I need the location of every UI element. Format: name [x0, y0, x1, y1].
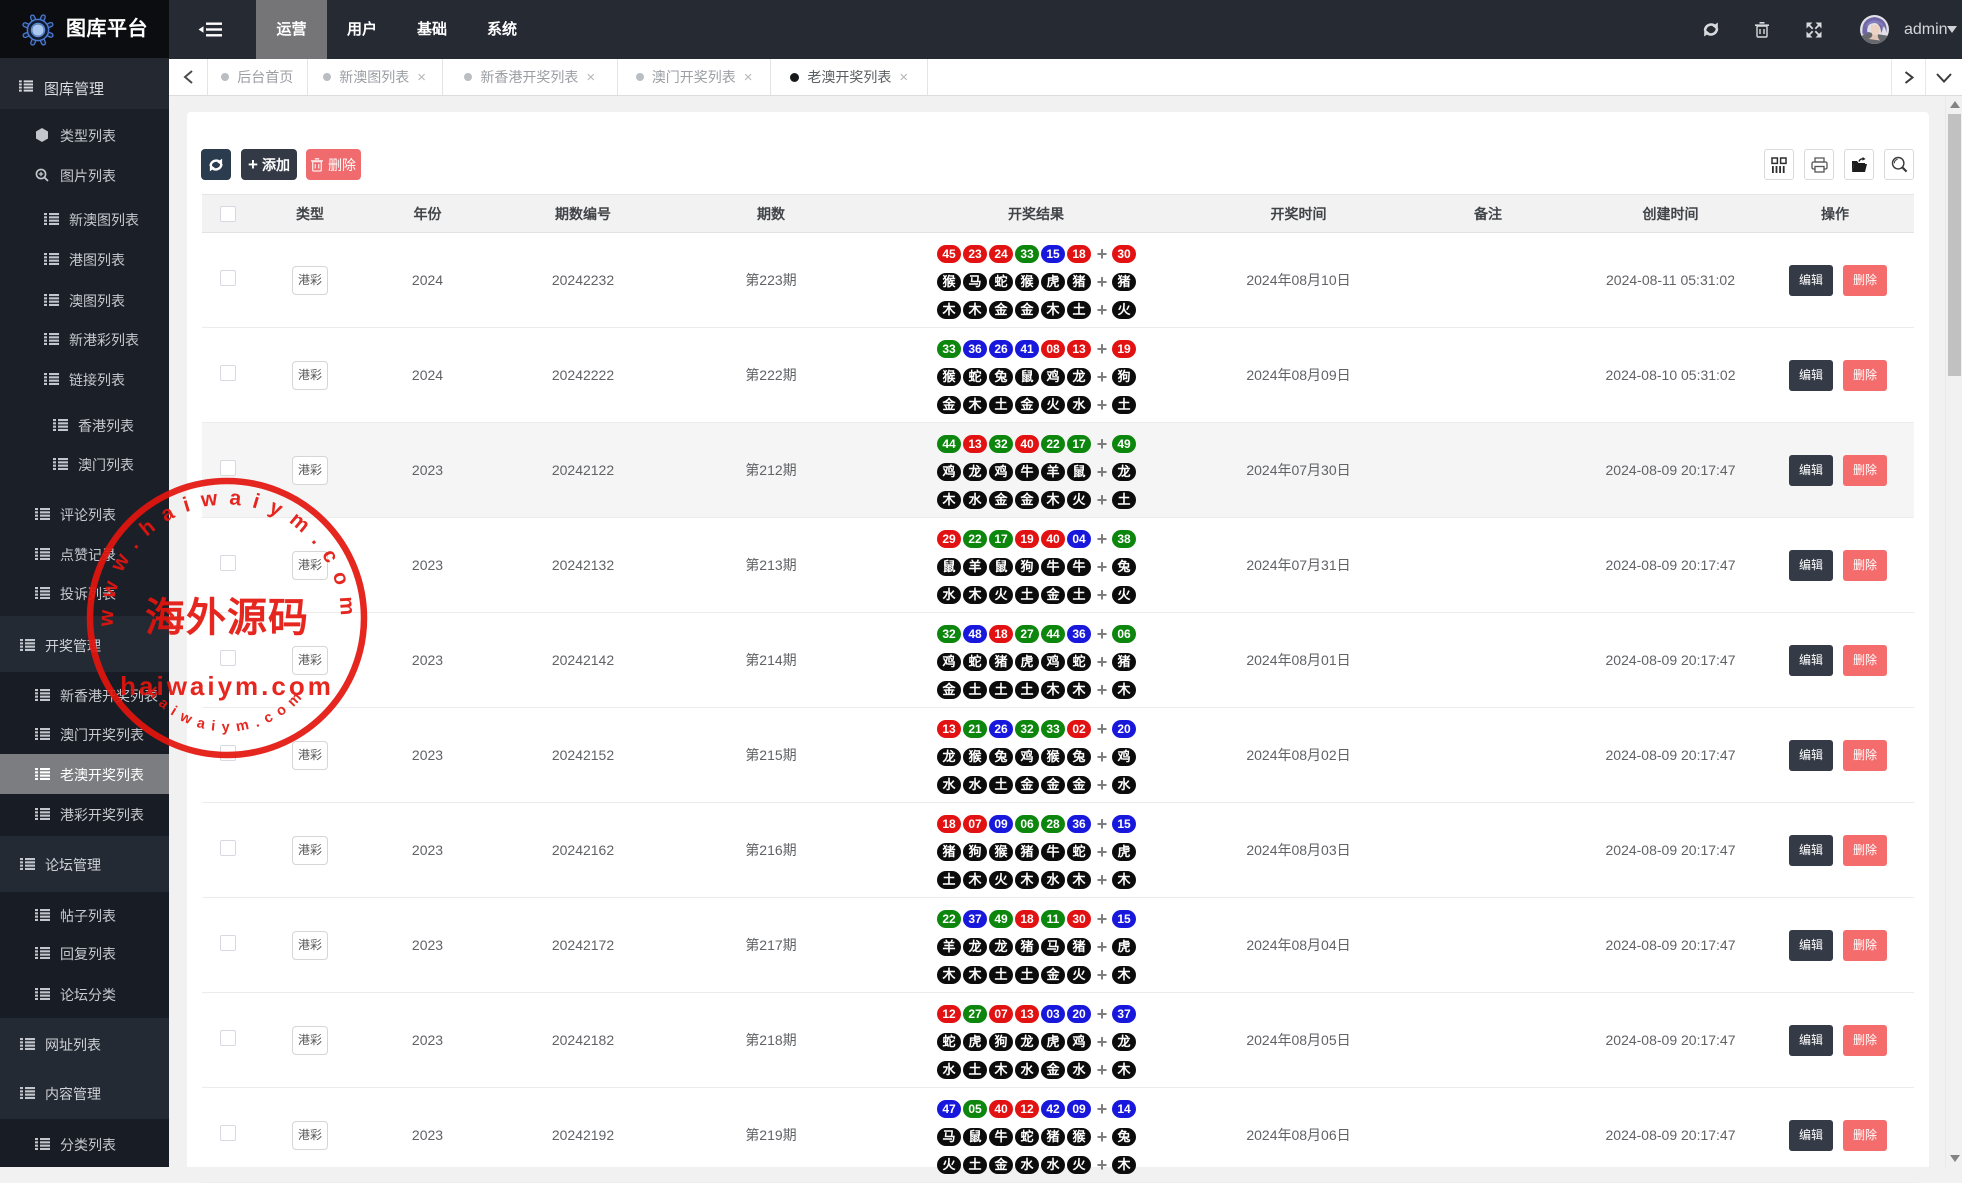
svg-text:海外源码: 海外源码 — [145, 595, 309, 640]
